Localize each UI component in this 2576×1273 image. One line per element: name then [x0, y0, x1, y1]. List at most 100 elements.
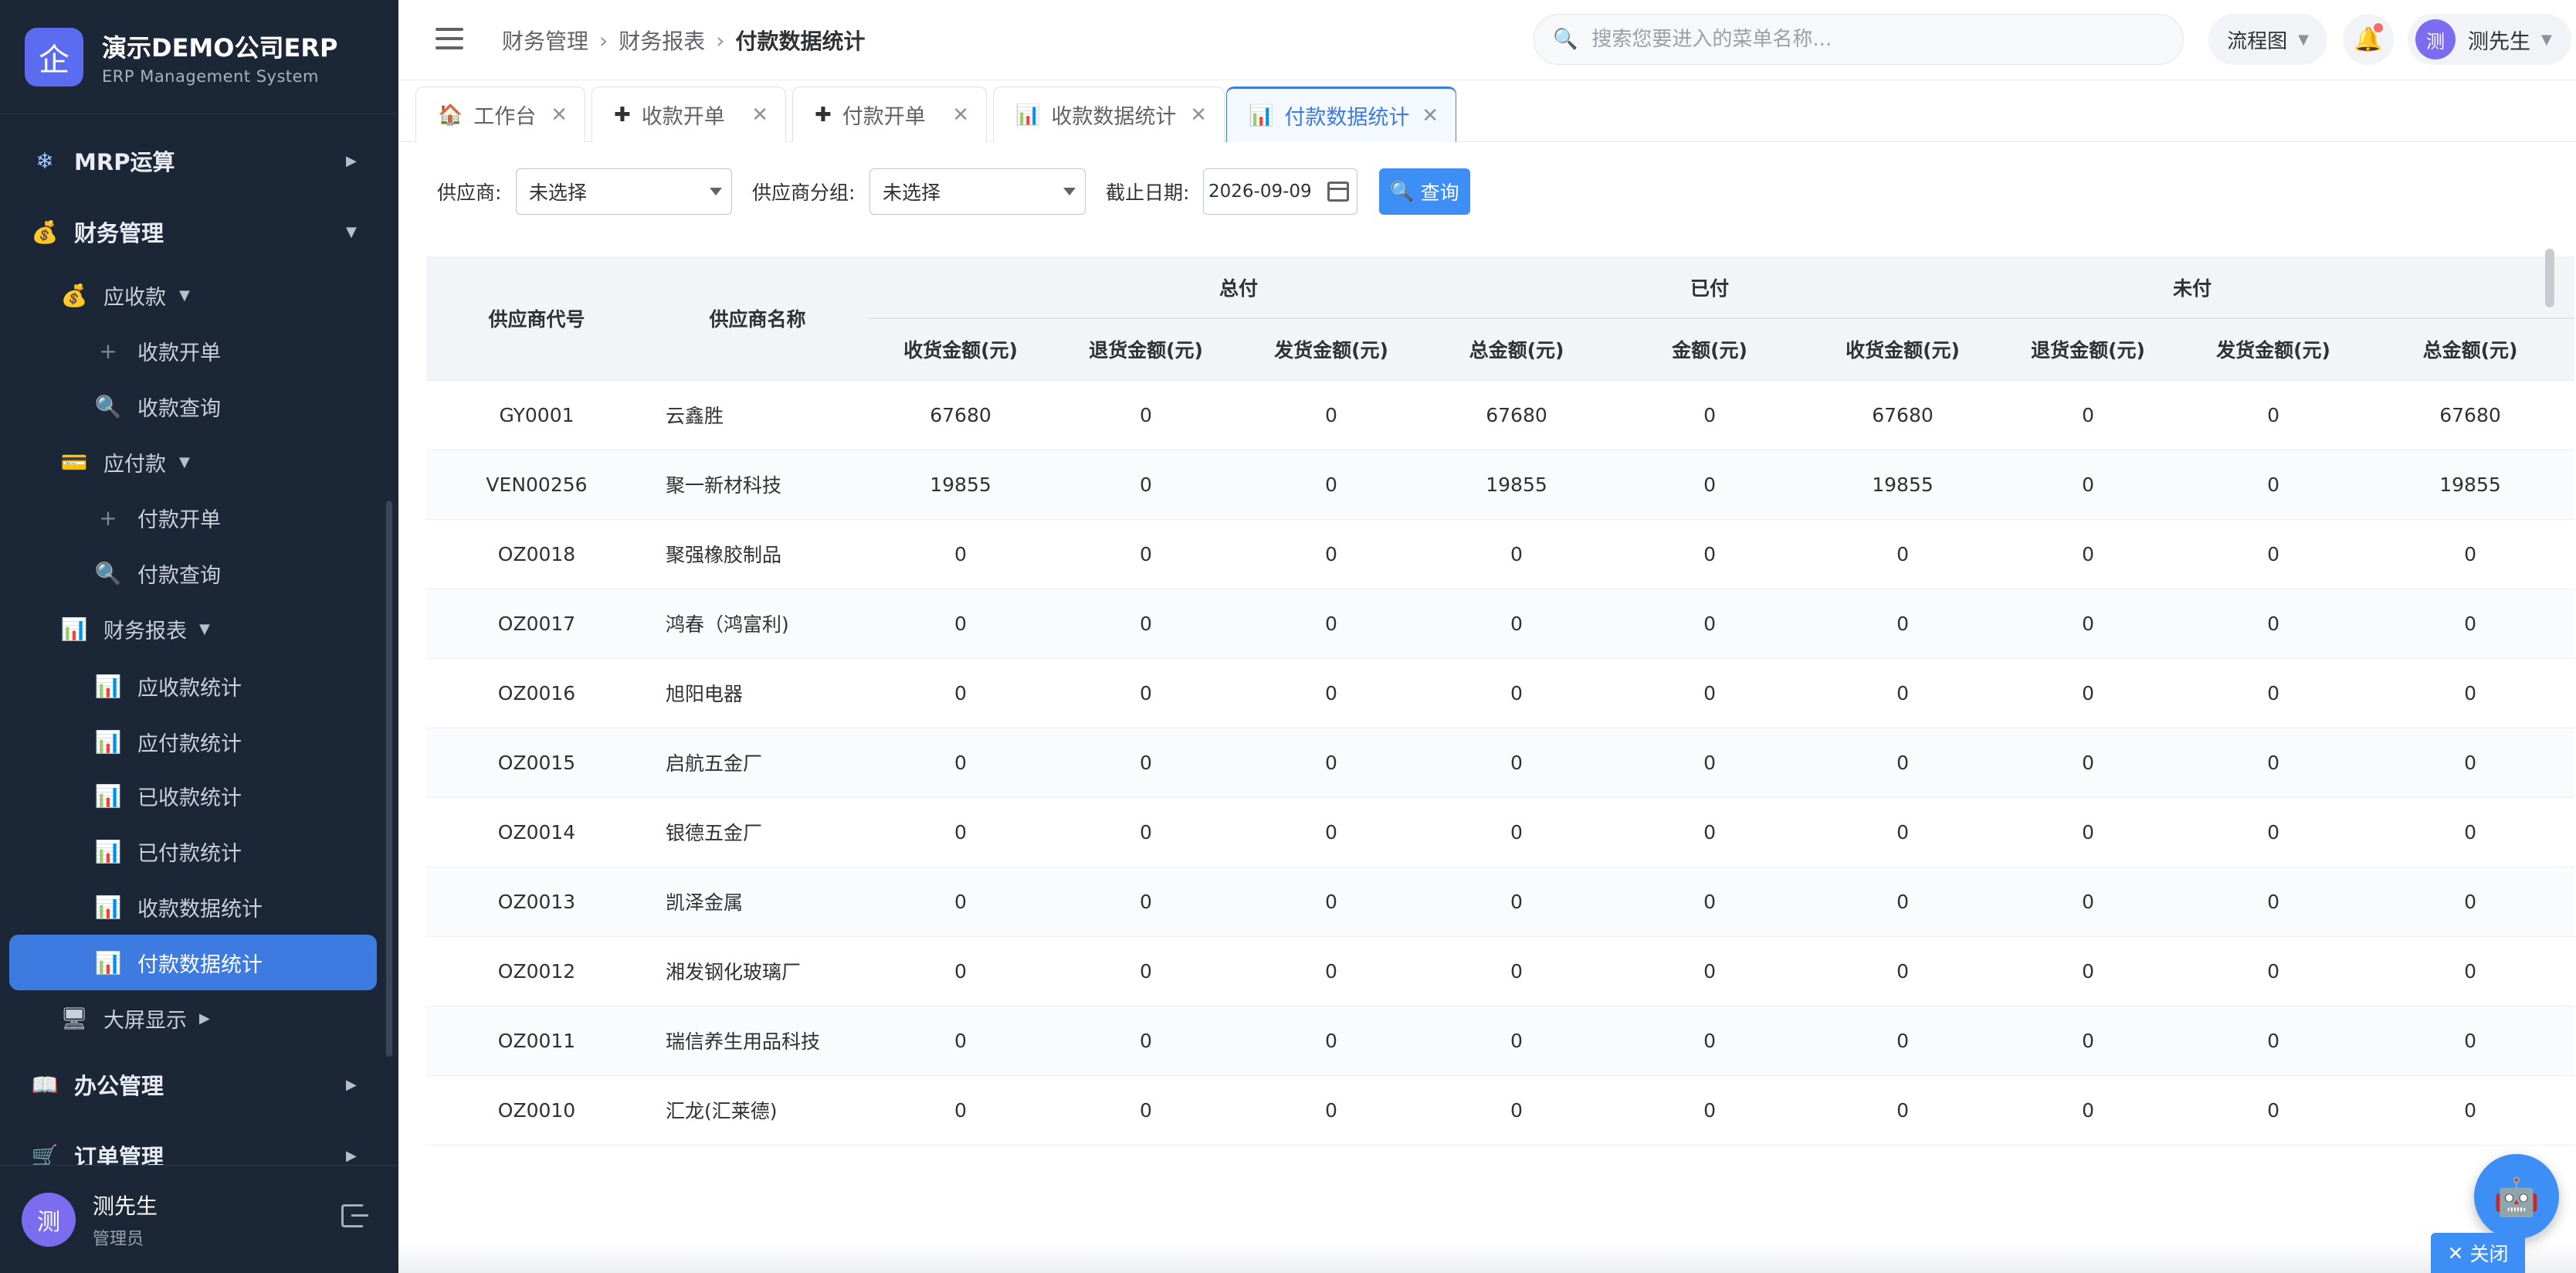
sidebar-item-office[interactable]: 📖 办公管理 ▶	[0, 1061, 378, 1108]
sidebar-item-receipt-create[interactable]: + 收款开单	[0, 328, 378, 374]
cutoff-date-input[interactable]: 2026-09-09	[1203, 168, 1357, 215]
app-subtitle: ERP Management System	[102, 66, 320, 86]
cell-amount: 0	[2181, 1075, 2367, 1146]
table-row[interactable]: OZ0016 旭阳电器 0 0 0 0 0 0 0 0 0	[426, 658, 2575, 728]
table-row[interactable]: GY0001 云鑫胜 67680 0 0 67680 0 67680 0 0 67680	[426, 380, 2575, 450]
cell-amount: 0	[1995, 1006, 2181, 1076]
cell-amount: 0	[2366, 797, 2575, 867]
table-row[interactable]: VEN00256 聚一新材科技 19855 0 0 19855 0 19855 0 0 19855	[426, 450, 2575, 520]
cell-amount: 0	[1239, 867, 1424, 937]
cell-amount: 19855	[1810, 450, 1996, 520]
chevron-down-icon: ▼	[2298, 31, 2309, 48]
sidebar-item-payable-stats[interactable]: 📊 应付款统计	[0, 718, 378, 765]
col-supplier-code: 供应商代号	[426, 256, 647, 381]
app-title: 演示DEMO公司ERP	[102, 32, 338, 63]
sidebar-item-payment-query[interactable]: 🔍 付款查询	[0, 550, 378, 596]
avatar: 测	[2415, 19, 2456, 59]
sidebar-item-receipt-query[interactable]: 🔍 收款查询	[0, 383, 378, 429]
close-icon[interactable]: ✕	[1190, 104, 1207, 127]
chevron-down-icon	[1063, 188, 1076, 195]
table-scrollbar[interactable]	[2545, 249, 2554, 307]
flowchart-button[interactable]: 流程图 ▼	[2208, 14, 2327, 65]
notification-button[interactable]: 🔔	[2343, 14, 2394, 65]
user-menu[interactable]: 测 测先生 ▼	[2408, 14, 2571, 65]
calendar-icon[interactable]	[1327, 182, 1349, 202]
close-icon[interactable]: ✕	[751, 104, 768, 127]
tab-label: 工作台	[473, 105, 537, 129]
tab-receipt-data-stats[interactable]: 📊 收款数据统计 ✕	[993, 87, 1225, 142]
logout-icon[interactable]	[341, 1204, 368, 1227]
close-button-label: 关闭	[2469, 1243, 2509, 1265]
close-button[interactable]: ✕ 关闭	[2431, 1233, 2525, 1273]
sidebar-item-label: 收款数据统计	[137, 897, 263, 922]
close-icon[interactable]: ✕	[1422, 104, 1439, 127]
cell-amount: 0	[2366, 728, 2575, 798]
cell-amount: 19855	[1424, 450, 1610, 520]
chevron-down-icon: ▼	[179, 453, 190, 470]
col-header: 收货金额(元)	[868, 318, 1053, 381]
tab-receipt-create[interactable]: ✚ 收款开单 ✕	[591, 87, 786, 142]
cell-supplier-name: 银德五金厂	[647, 797, 868, 867]
sidebar-item-receipt-data-stats[interactable]: 📊 收款数据统计	[0, 884, 378, 930]
table-row[interactable]: OZ0017 鸿春（鸿富利) 0 0 0 0 0 0 0 0 0	[426, 589, 2575, 659]
tab-workbench[interactable]: 🏠 工作台 ✕	[415, 87, 585, 142]
breadcrumb-item[interactable]: 财务报表	[619, 25, 705, 56]
cell-amount: 0	[2181, 380, 2367, 450]
sidebar-item-payment-data-stats[interactable]: 📊 付款数据统计	[9, 935, 377, 990]
assistant-robot-button[interactable]: 🤖	[2474, 1154, 2559, 1239]
tab-payment-create[interactable]: ✚ 付款开单 ✕	[792, 87, 987, 142]
cell-amount: 67680	[1424, 380, 1610, 450]
sidebar-item-payment-create[interactable]: + 付款开单	[0, 494, 378, 541]
cell-supplier-name: 凯泽金属	[647, 867, 868, 937]
plus-icon: +	[99, 504, 117, 531]
table-row[interactable]: OZ0015 启航五金厂 0 0 0 0 0 0 0 0 0	[426, 728, 2575, 798]
sidebar-item-paid-stats[interactable]: 📊 已付款统计	[0, 828, 378, 874]
close-icon[interactable]: ✕	[952, 104, 969, 127]
table-row[interactable]: OZ0011 瑞信养生用品科技 0 0 0 0 0 0 0 0 0	[426, 1006, 2575, 1076]
chevron-right-icon: ▶	[346, 152, 357, 169]
cell-amount: 0	[1810, 519, 1996, 589]
menu-toggle-icon[interactable]	[436, 28, 463, 49]
cell-amount: 0	[1053, 867, 1239, 937]
chevron-right-icon: ▶	[199, 1010, 210, 1027]
cell-amount: 0	[2181, 589, 2367, 659]
table-row[interactable]: OZ0010 汇龙(汇莱德) 0 0 0 0 0 0 0 0 0	[426, 1075, 2575, 1146]
sidebar-item-orders[interactable]: 🛒 订单管理 ▶	[0, 1132, 378, 1166]
sidebar-scrollbar[interactable]	[386, 501, 392, 1057]
cell-amount: 0	[2366, 867, 2575, 937]
cell-amount: 0	[1810, 658, 1996, 728]
sidebar-item-receivables[interactable]: 💰 应收款 ▼	[0, 272, 378, 318]
table-row[interactable]: OZ0018 聚强橡胶制品 0 0 0 0 0 0 0 0 0	[426, 519, 2575, 589]
supplier-group-select[interactable]: 未选择	[869, 168, 1086, 215]
sidebar-item-mrp[interactable]: ❄ MRP运算 ▶	[0, 137, 378, 184]
cell-amount: 0	[1609, 450, 1811, 520]
sidebar-item-payables[interactable]: 💳 应付款 ▼	[0, 439, 378, 485]
cell-supplier-name: 启航五金厂	[647, 728, 868, 798]
table-row[interactable]: OZ0014 银德五金厂 0 0 0 0 0 0 0 0 0	[426, 797, 2575, 867]
cell-supplier-name: 旭阳电器	[647, 658, 868, 728]
sidebar-item-finance[interactable]: 💰 财务管理 ▼	[0, 209, 378, 255]
sidebar-item-receivable-stats[interactable]: 📊 应收款统计	[0, 663, 378, 709]
sidebar-item-received-stats[interactable]: 📊 已收款统计	[0, 772, 378, 819]
sidebar-item-big-screen[interactable]: 🖥 大屏显示 ▶	[0, 995, 378, 1041]
avatar[interactable]: 测	[22, 1192, 76, 1247]
cell-amount: 0	[1609, 1006, 1811, 1076]
sidebar-item-financial-reports[interactable]: 📊 财务报表 ▼	[0, 606, 378, 652]
sidebar: 企 演示DEMO公司ERP ERP Management System ❄ MR…	[0, 0, 398, 1273]
bar-chart-icon: 📊	[94, 894, 122, 920]
money-bag-icon: 💰	[60, 282, 88, 308]
table-row[interactable]: OZ0013 凯泽金属 0 0 0 0 0 0 0 0 0	[426, 867, 2575, 937]
table-row[interactable]: OZ0012 湘发钢化玻璃厂 0 0 0 0 0 0 0 0 0	[426, 936, 2575, 1007]
tab-payment-data-stats[interactable]: 📊 付款数据统计 ✕	[1226, 87, 1456, 142]
sidebar-item-label: 付款开单	[137, 508, 221, 532]
supplier-select[interactable]: 未选择	[516, 168, 732, 215]
cell-amount: 0	[2181, 658, 2367, 728]
chevron-right-icon: ▶	[346, 1076, 357, 1093]
cell-amount: 0	[1995, 797, 2181, 867]
search-input[interactable]	[1591, 28, 2179, 51]
cell-supplier-name: 云鑫胜	[647, 380, 868, 450]
breadcrumb-item[interactable]: 财务管理	[502, 25, 588, 56]
close-icon[interactable]: ✕	[551, 104, 568, 127]
query-button-label: 查询	[1420, 182, 1459, 204]
query-button[interactable]: 🔍 查询	[1379, 168, 1470, 215]
